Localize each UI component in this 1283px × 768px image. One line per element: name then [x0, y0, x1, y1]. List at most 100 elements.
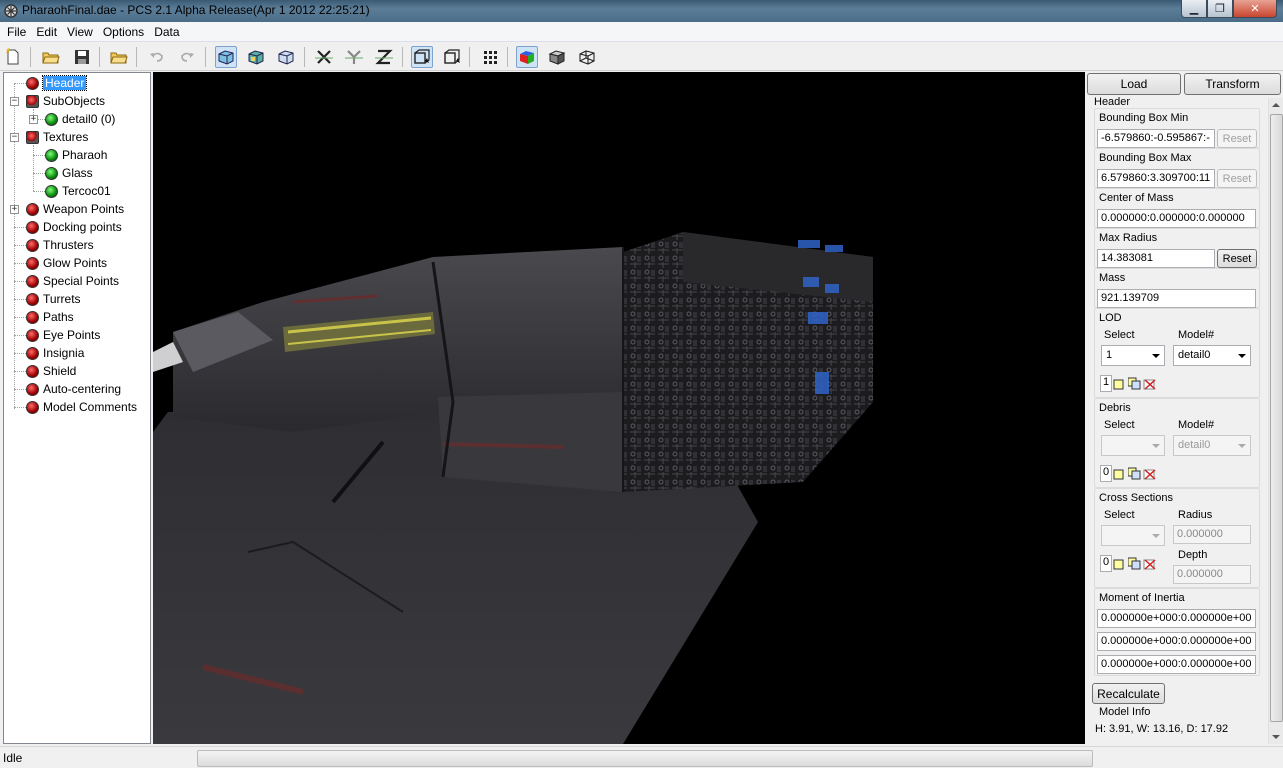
- max-radius-reset-button[interactable]: Reset: [1217, 249, 1257, 268]
- tree-item-paths[interactable]: Paths: [26, 308, 74, 326]
- mass-field[interactable]: 921.139709: [1097, 289, 1256, 308]
- scroll-up-icon[interactable]: [1272, 103, 1280, 107]
- restore-icon: ❐: [1215, 2, 1225, 15]
- max-radius-field[interactable]: 14.383081: [1097, 249, 1215, 268]
- debris-list-controls: 0: [1100, 465, 1157, 482]
- wire-cube-button[interactable]: [576, 46, 598, 68]
- add-item-icon[interactable]: [1113, 467, 1127, 481]
- cross-sections-select[interactable]: [1101, 525, 1165, 546]
- model-viewport[interactable]: [153, 72, 1085, 744]
- add-item-icon[interactable]: [1113, 557, 1127, 571]
- tree-item-header[interactable]: Header: [26, 74, 88, 92]
- textures-collapse-toggle[interactable]: −: [10, 133, 19, 142]
- save-icon: [75, 50, 89, 64]
- tree-item-docking-points[interactable]: Docking points: [26, 218, 122, 236]
- bbox-max-reset-button[interactable]: Reset: [1217, 169, 1257, 188]
- delete-item-icon[interactable]: [1143, 557, 1157, 571]
- view-wire-icon: [278, 50, 294, 65]
- view-textured-button[interactable]: [245, 46, 267, 68]
- radius-field[interactable]: 0.000000: [1173, 525, 1251, 544]
- menu-data[interactable]: Data: [149, 25, 184, 39]
- delete-item-icon[interactable]: [1143, 467, 1157, 481]
- bbox-max-field[interactable]: 6.579860:3.309700:11: [1097, 169, 1215, 188]
- tree-item-model-comments[interactable]: Model Comments: [26, 398, 137, 416]
- tree-item-tercoc01[interactable]: Tercoc01: [45, 182, 111, 200]
- tree-item-glow-points[interactable]: Glow Points: [26, 254, 107, 272]
- moi-row-1-field[interactable]: 0.000000e+000:0.000000e+00: [1097, 609, 1256, 628]
- chevron-down-icon: [1152, 354, 1160, 358]
- color-cube-button[interactable]: [516, 46, 538, 68]
- save-button[interactable]: [71, 46, 93, 68]
- red-node-icon: [26, 346, 39, 360]
- tree-item-pharaoh[interactable]: Pharaoh: [45, 146, 107, 164]
- tree-item-subobjects[interactable]: SubObjects: [26, 92, 105, 110]
- tree-item-glass[interactable]: Glass: [45, 164, 93, 182]
- red-node-icon: [26, 202, 39, 216]
- add-item-icon[interactable]: [1113, 377, 1127, 391]
- tree-item-auto-centering[interactable]: Auto-centering: [26, 380, 121, 398]
- menu-file[interactable]: File: [2, 25, 31, 39]
- box-front-icon: [414, 49, 430, 64]
- tree-panel[interactable]: − + − + Header SubObjects detail0 (0) Te…: [3, 72, 151, 744]
- tree-item-thrusters[interactable]: Thrusters: [26, 236, 94, 254]
- tree-item-insignia[interactable]: Insignia: [26, 344, 84, 362]
- minimize-button[interactable]: ▁: [1181, 0, 1207, 18]
- open-folder-button[interactable]: [108, 46, 130, 68]
- copy-item-icon[interactable]: [1128, 557, 1142, 571]
- redo-button[interactable]: [176, 46, 198, 68]
- tree-item-detail0[interactable]: detail0 (0): [45, 110, 115, 128]
- box-back-button[interactable]: [441, 46, 463, 68]
- load-button[interactable]: Load: [1087, 73, 1181, 95]
- lod-model-select[interactable]: detail0: [1173, 345, 1251, 366]
- x-axis-button[interactable]: [313, 46, 335, 68]
- chevron-down-icon: [1152, 444, 1160, 448]
- undo-button[interactable]: [146, 46, 168, 68]
- close-button[interactable]: ✕: [1233, 0, 1277, 18]
- grid-button[interactable]: [479, 46, 501, 68]
- debris-select[interactable]: [1101, 435, 1165, 456]
- z-axis-button[interactable]: [373, 46, 395, 68]
- copy-item-icon[interactable]: [1128, 377, 1142, 391]
- tree-item-textures[interactable]: Textures: [26, 128, 88, 146]
- weapon-points-expand-toggle[interactable]: +: [10, 205, 19, 214]
- tree-item-weapon-points[interactable]: Weapon Points: [26, 200, 124, 218]
- scrollbar-thumb[interactable]: [1270, 114, 1283, 722]
- tree-item-shield[interactable]: Shield: [26, 362, 76, 380]
- tree-item-eye-points[interactable]: Eye Points: [26, 326, 100, 344]
- bbox-min-field[interactable]: -6.579860:-0.595867:-: [1097, 129, 1215, 148]
- moi-row-3-field[interactable]: 0.000000e+000:0.000000e+00: [1097, 655, 1256, 674]
- detail0-expand-toggle[interactable]: +: [29, 115, 38, 124]
- tree-item-label: Thrusters: [43, 238, 94, 252]
- new-button[interactable]: [2, 46, 24, 68]
- lod-label: LOD: [1099, 312, 1122, 324]
- y-axis-button[interactable]: [343, 46, 365, 68]
- tree-item-label: Header: [41, 75, 88, 91]
- menu-options[interactable]: Options: [98, 25, 149, 39]
- menu-view[interactable]: View: [62, 25, 98, 39]
- box-front-button[interactable]: [411, 46, 433, 68]
- tree-item-label: Docking points: [43, 220, 122, 234]
- bbox-min-label: Bounding Box Min: [1099, 112, 1189, 124]
- center-of-mass-field[interactable]: 0.000000:0.000000:0.000000: [1097, 209, 1256, 228]
- delete-item-icon[interactable]: [1143, 377, 1157, 391]
- transform-button[interactable]: Transform: [1184, 73, 1281, 95]
- shaded-cube-button[interactable]: [546, 46, 568, 68]
- menu-edit[interactable]: Edit: [31, 25, 62, 39]
- open-button[interactable]: [40, 46, 62, 68]
- subobjects-collapse-toggle[interactable]: −: [10, 97, 19, 106]
- bbox-min-reset-button[interactable]: Reset: [1217, 129, 1257, 148]
- lod-select[interactable]: 1: [1101, 345, 1165, 366]
- tree-item-turrets[interactable]: Turrets: [26, 290, 81, 308]
- copy-item-icon[interactable]: [1128, 467, 1142, 481]
- view-solid-button[interactable]: [215, 46, 237, 68]
- restore-button[interactable]: ❐: [1207, 0, 1233, 18]
- moi-row-2-field[interactable]: 0.000000e+000:0.000000e+00: [1097, 632, 1256, 651]
- view-wire-button[interactable]: [275, 46, 297, 68]
- recalculate-button[interactable]: Recalculate: [1092, 683, 1165, 704]
- depth-field[interactable]: 0.000000: [1173, 565, 1251, 584]
- debris-model-select[interactable]: detail0: [1173, 435, 1251, 456]
- tree-item-special-points[interactable]: Special Points: [26, 272, 119, 290]
- scroll-down-icon[interactable]: [1272, 735, 1280, 739]
- red-node-icon: [26, 310, 39, 324]
- properties-scrollbar[interactable]: [1268, 98, 1283, 744]
